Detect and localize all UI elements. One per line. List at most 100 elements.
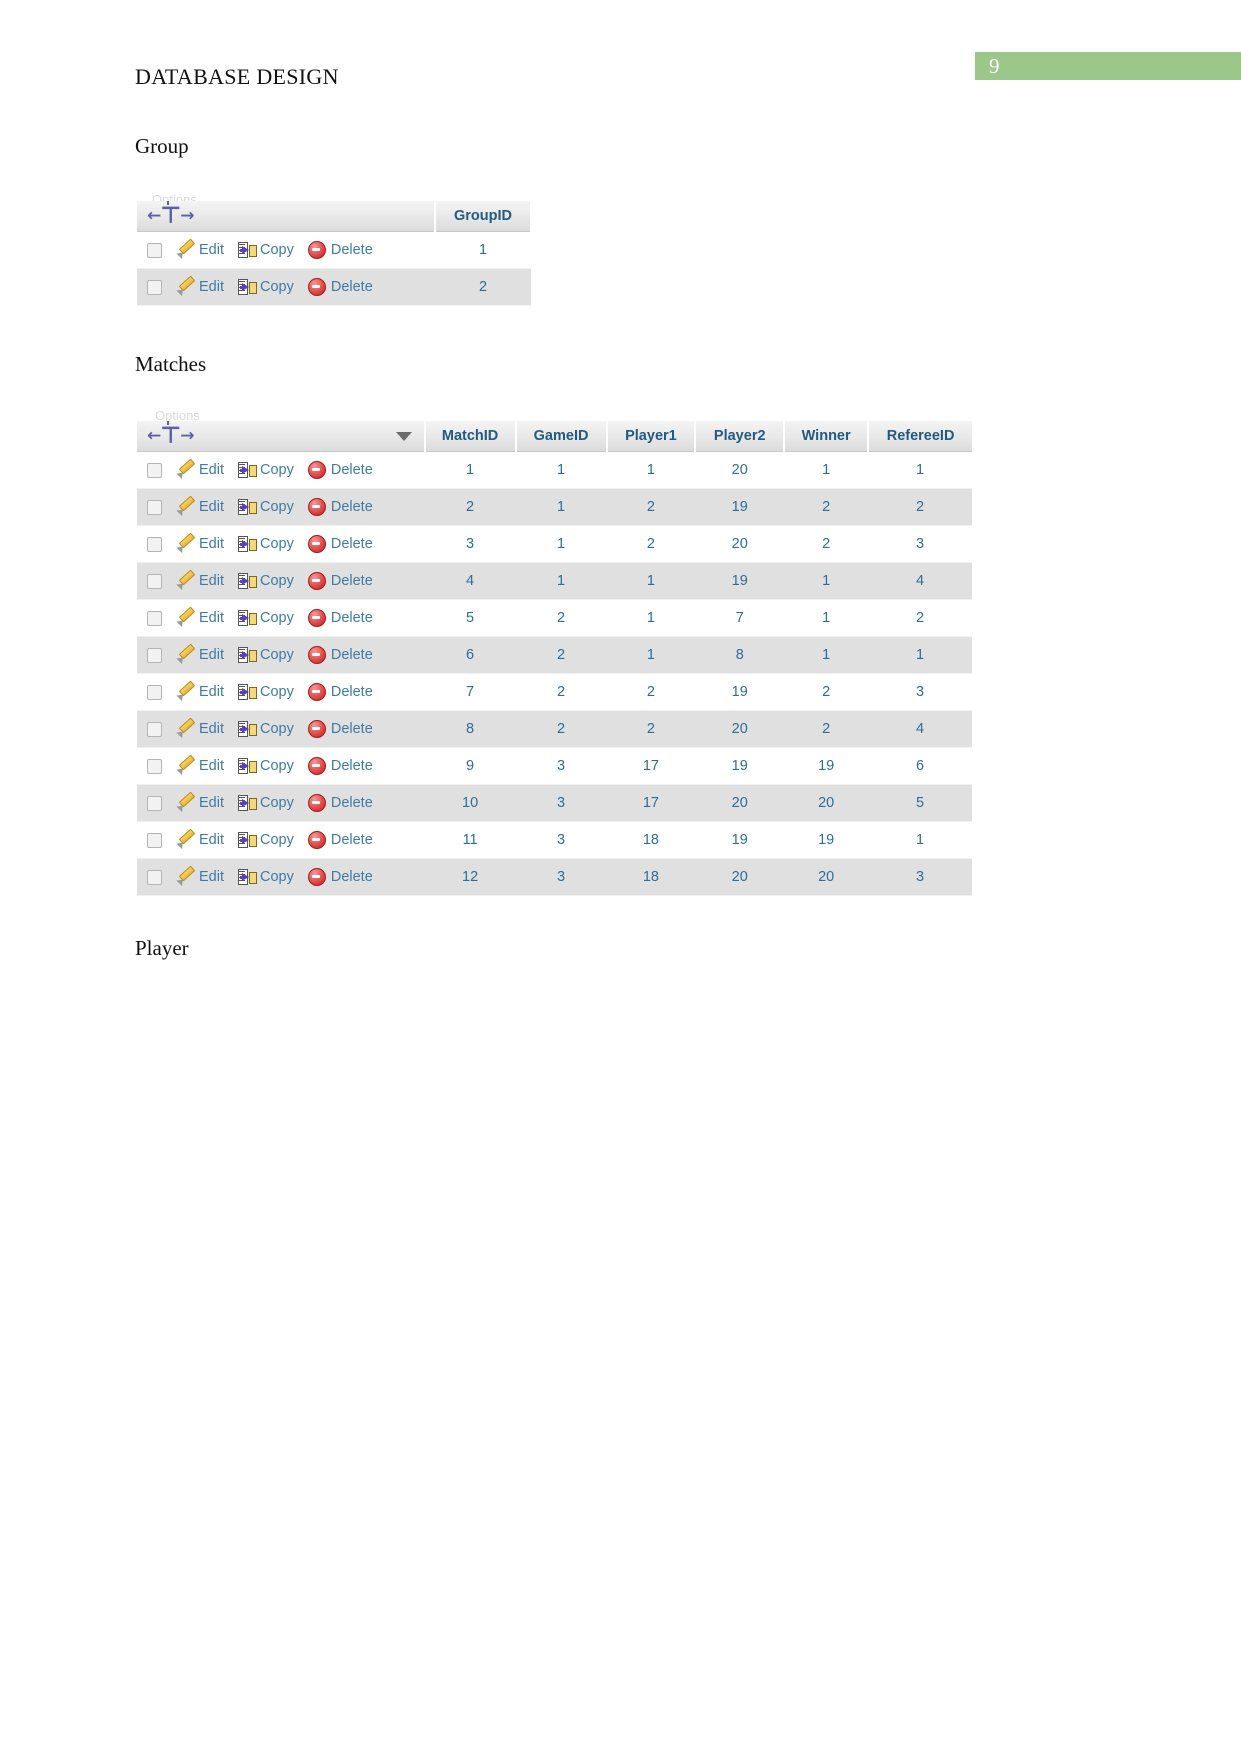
edit-link[interactable]: Edit [178,795,224,811]
copy-link[interactable]: Copy [238,721,294,738]
cell-refereeid: 4 [868,562,972,600]
copy-link[interactable]: Copy [238,684,294,701]
pencil-icon [178,536,194,552]
delete-link[interactable]: Delete [307,831,373,849]
delete-label: Delete [330,721,373,737]
delete-link[interactable]: Delete [307,498,373,516]
row-select-checkbox[interactable] [147,279,162,295]
group-col-header-groupid[interactable]: GroupID [434,201,533,232]
delete-link[interactable]: Delete [307,278,373,296]
copy-link[interactable]: Copy [238,462,294,479]
edit-link[interactable]: Edit [178,279,224,295]
edit-link[interactable]: Edit [178,610,224,626]
cell-refereeid: 1 [868,636,972,674]
row-select-checkbox[interactable] [147,499,162,515]
row-select-checkbox[interactable] [147,610,162,626]
edit-link[interactable]: Edit [178,647,224,663]
section-heading-player: Player [135,936,189,960]
cell-refereeid: 4 [868,710,972,748]
row-select-checkbox[interactable] [147,832,162,848]
copy-link[interactable]: Copy [238,499,294,516]
row-select-checkbox[interactable] [147,536,162,552]
copy-link[interactable]: Copy [238,869,294,886]
delete-link[interactable]: Delete [307,757,373,775]
copy-link[interactable]: Copy [238,758,294,775]
copy-icon [238,610,257,627]
sort-control-icon[interactable]: ←⊤→ [147,201,195,228]
group-results-table: ←⊤→ GroupID Edit Copy Delete 1 Edit Copy Delet… [137,201,533,306]
edit-link[interactable]: Edit [178,684,224,700]
row-select-checkbox[interactable] [147,758,162,774]
cell-winner: 2 [784,673,869,711]
delete-link[interactable]: Delete [307,683,373,701]
row-select-checkbox[interactable] [147,721,162,737]
cell-player2: 19 [695,821,785,859]
cell-refereeid: 6 [868,747,972,785]
cell-winner: 1 [784,636,869,674]
cell-matchid: 12 [424,858,516,896]
delete-link[interactable]: Delete [307,646,373,664]
row-actions-cell: Edit Copy Delete [137,821,425,859]
row-actions-cell: Edit Copy Delete [137,673,425,711]
row-actions-cell: Edit Copy Delete [137,562,425,600]
pencil-icon [178,795,194,811]
delete-link[interactable]: Delete [307,609,373,627]
delete-icon [307,683,326,701]
sort-control-icon[interactable]: ←⊤→ [147,421,195,448]
cell-player1: 2 [606,710,696,748]
row-select-checkbox[interactable] [147,795,162,811]
cell-player1: 1 [606,562,696,600]
row-select-checkbox[interactable] [147,242,162,258]
group-header-row: ←⊤→ GroupID [137,201,533,232]
delete-link[interactable]: Delete [307,572,373,590]
matches-col-header-player2[interactable]: Player2 [695,421,786,452]
delete-link[interactable]: Delete [307,535,373,553]
delete-link[interactable]: Delete [307,720,373,738]
copy-link[interactable]: Copy [238,610,294,627]
row-select-checkbox[interactable] [147,647,162,663]
delete-link[interactable]: Delete [307,794,373,812]
edit-link[interactable]: Edit [178,573,224,589]
copy-link[interactable]: Copy [238,795,294,812]
delete-icon [307,757,326,775]
copy-link[interactable]: Copy [238,536,294,553]
edit-link[interactable]: Edit [178,242,224,258]
matches-col-header-winner[interactable]: Winner [784,421,870,452]
matches-actions-header[interactable]: ←⊤→ [137,421,426,452]
copy-link[interactable]: Copy [238,242,294,259]
copy-link[interactable]: Copy [238,647,294,664]
group-actions-header[interactable]: ←⊤→ [137,201,436,232]
copy-link[interactable]: Copy [238,573,294,590]
cell-winner: 2 [784,525,869,563]
row-select-checkbox[interactable] [147,869,162,885]
edit-label: Edit [199,758,224,775]
copy-link[interactable]: Copy [238,279,294,296]
row-select-checkbox[interactable] [147,573,162,589]
delete-label: Delete [330,684,373,700]
copy-link[interactable]: Copy [238,832,294,849]
matches-col-header-matchid[interactable]: MatchID [424,421,517,452]
chevron-down-icon[interactable] [395,431,412,441]
row-select-checkbox[interactable] [147,462,162,478]
matches-col-header-refereeid[interactable]: RefereeID [868,421,972,452]
edit-label: Edit [199,499,224,516]
delete-link[interactable]: Delete [307,461,373,479]
cell-matchid: 6 [424,636,516,674]
edit-link[interactable]: Edit [178,758,224,774]
copy-label: Copy [260,610,294,627]
edit-link[interactable]: Edit [178,832,224,848]
edit-link[interactable]: Edit [178,499,224,515]
edit-link[interactable]: Edit [178,536,224,552]
matches-col-header-gameid[interactable]: GameID [515,421,608,452]
cell-matchid: 8 [424,710,516,748]
edit-link[interactable]: Edit [178,721,224,737]
delete-link[interactable]: Delete [307,241,373,259]
delete-link[interactable]: Delete [307,868,373,886]
edit-link[interactable]: Edit [178,462,224,478]
matches-col-header-player1[interactable]: Player1 [606,421,697,452]
row-select-checkbox[interactable] [147,684,162,700]
copy-icon [238,721,257,738]
edit-link[interactable]: Edit [178,869,224,885]
delete-label: Delete [330,610,373,626]
edit-label: Edit [199,684,224,701]
